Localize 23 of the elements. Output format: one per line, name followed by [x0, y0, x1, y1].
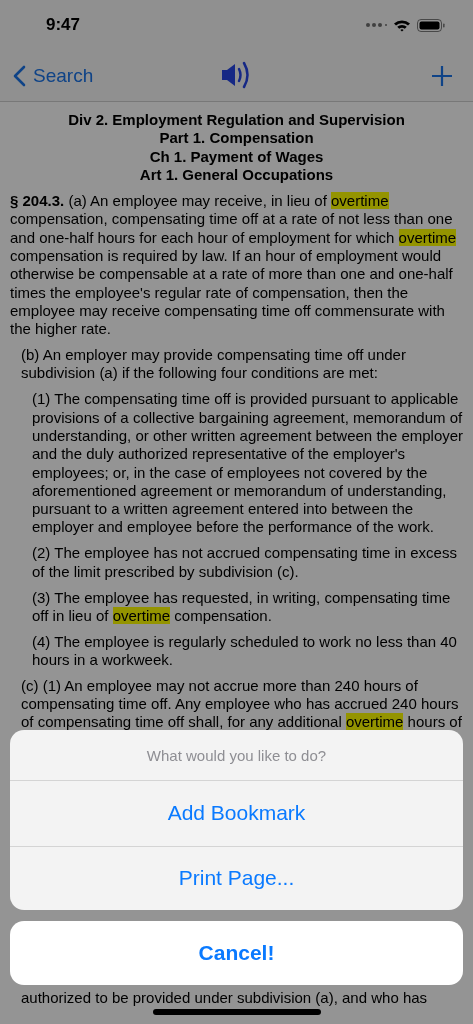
wifi-icon — [393, 18, 411, 32]
action-sheet-title: What would you like to do? — [10, 730, 463, 781]
action-button[interactable]: Add Bookmark — [10, 781, 463, 846]
statute-paragraph: (2) The employee has not accrued compensating time in excess of the limit prescribed by subdivision (c). — [31, 544, 458, 581]
statute-paragraph: (c) (1) An employee may not accrue more than 240 hours of compensating time off. Any employee who has accrued 240 hours of compensating time off shall, for any additional overtime hours of — [20, 676, 463, 732]
section-heading: Ch 1. Payment of Wages — [149, 147, 324, 166]
add-button[interactable] — [431, 64, 453, 87]
statute-paragraph: (b) An employer may provide compensating time off under subdivision (a) if the following four conditions are met: — [20, 346, 407, 383]
statute-paragraph: § 204.3. (a) An employee may receive, in lieu of overtime compensation, compensating time off at a rate of not less than one and one-half hours for each hour of employment for which overtime compensation is required by law. If an hour of employment would otherwise be compensable at a rate of more than one and one-half times the employee's regular rate of compensation, then the employee may receive compensating time off commensurate with the higher rate. — [10, 192, 458, 339]
statute-paragraph: (1) The compensating time off is provided pursuant to applicable provisions of a collective bargaining agreement, memorandum of understanding, or other written agreement between the employer and the duly authorized representative of the employer's employees; or, in the case of employees not covered by the aforementioned agreement or memorandum of understanding, pursuant to a written agreement entered into between the employer and employee before the performance of the work. — [31, 390, 463, 537]
statute-paragraph: (3) The employee has requested, in writing, compensating time off in lieu of overtime compensation. — [31, 588, 452, 626]
section-heading: Art 1. General Occupations — [139, 165, 334, 185]
speaker-button[interactable] — [220, 60, 252, 90]
section-heading: Div 2. Employment Regulation and Supervision — [68, 111, 405, 130]
chevron-left-icon — [13, 64, 26, 87]
cancel-button[interactable]: Cancel! — [10, 921, 463, 985]
back-button[interactable]: Search — [13, 64, 94, 87]
statute-text-line: authorized to be provided under subdivision (a), and who has — [21, 988, 429, 1007]
status-time: 9:47 — [46, 15, 81, 35]
action-button[interactable]: Print Page... — [10, 845, 463, 910]
signal-icon — [365, 22, 387, 28]
section-heading: Part 1. Compensation — [159, 129, 314, 148]
statute-paragraph: (4) The employee is regularly scheduled to work no less than 40 hours in a workweek. — [31, 632, 458, 670]
